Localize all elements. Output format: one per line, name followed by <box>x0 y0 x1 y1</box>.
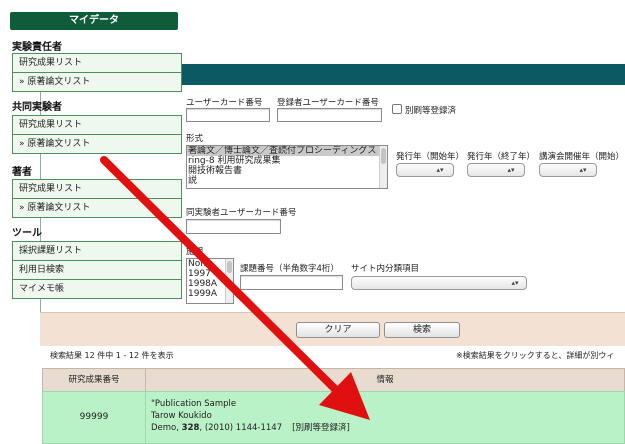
annotation-arrow-icon <box>100 156 370 420</box>
arrow-shaft <box>100 156 339 393</box>
